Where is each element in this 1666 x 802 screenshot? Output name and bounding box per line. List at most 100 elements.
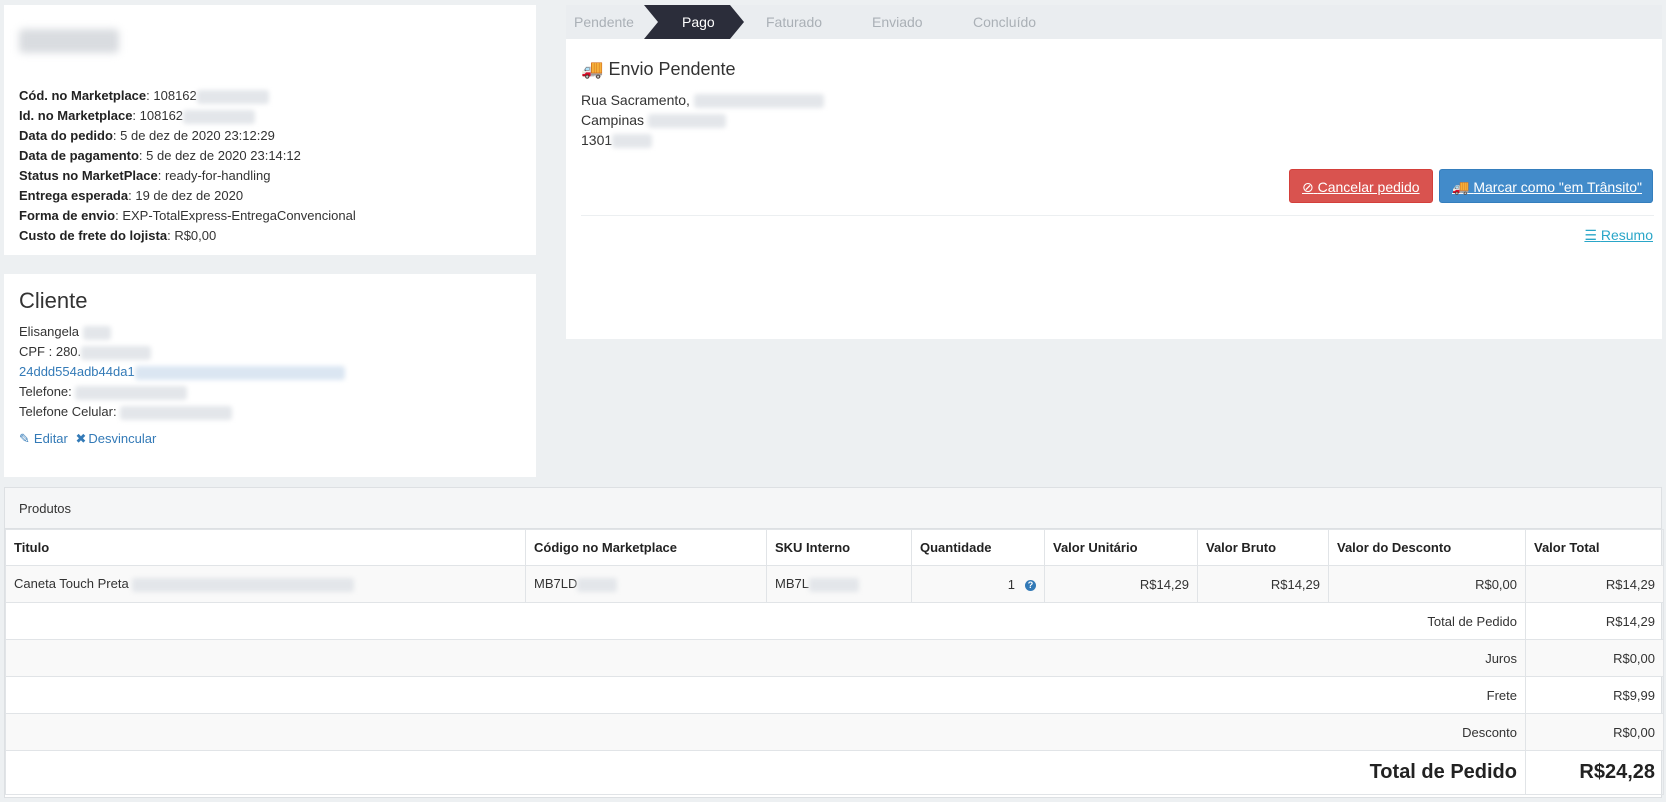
product-sku-cell: MB7L: [766, 565, 912, 603]
address-city-text: Campinas: [581, 112, 645, 128]
order-line-value: ready-for-handling: [164, 168, 271, 183]
products-title: Produtos: [5, 488, 1661, 529]
product-code: MB7LD: [534, 576, 578, 592]
order-line: Custo de frete do lojista: R$0,00: [19, 228, 217, 243]
order-line-label: Entrega esperada: [19, 188, 129, 203]
grand-total-label: Total de Pedido: [5, 750, 1526, 795]
product-code-cell: MB7LD: [525, 565, 767, 603]
column-header[interactable]: Titulo: [5, 529, 526, 566]
address-zip: 1301: [581, 130, 1647, 150]
step-faturado[interactable]: Faturado: [766, 5, 822, 39]
summary-row: Juros R$0,00: [5, 639, 1664, 677]
column-header[interactable]: Valor Total: [1525, 529, 1664, 566]
client-cpf-text: CPF : 280.: [19, 344, 82, 359]
column-header[interactable]: Valor Unitário: [1044, 529, 1198, 566]
step-enviado[interactable]: Enviado: [872, 5, 923, 39]
order-line-value: 108162: [139, 108, 184, 123]
product-qty-cell: 1?: [911, 565, 1045, 603]
order-line-label: Data do pedido: [19, 128, 113, 143]
product-unit-cell: R$14,29: [1044, 565, 1198, 603]
order-info-panel: Cód. no Marketplace: 108162 Id. no Marke…: [4, 5, 536, 255]
help-icon[interactable]: ?: [1025, 579, 1036, 591]
mark-in-transit-label: Marcar como "em Trânsito": [1473, 179, 1642, 195]
step-pago[interactable]: Pago: [682, 5, 715, 39]
cancel-order-button[interactable]: ⊘ Cancelar pedido: [1289, 169, 1433, 203]
client-phone: Telefone:: [19, 382, 521, 402]
order-line-value: EXP-TotalExpress-EntregaConvencional: [122, 208, 356, 223]
product-qty: 1: [1007, 576, 1015, 592]
table-header-row: Titulo Código no Marketplace SKU Interno…: [5, 529, 1664, 566]
redacted-value: [612, 134, 653, 149]
order-line-label: Custo de frete do lojista: [19, 228, 168, 243]
order-line: Forma de envio: EXP-TotalExpress-Entrega…: [19, 208, 356, 223]
client-name-text: Elisangela: [19, 324, 79, 339]
table-row: Caneta Touch Preta MB7LD MB7L 1? R$14,29…: [5, 565, 1664, 603]
client-title: Cliente: [19, 288, 88, 313]
unlink-client-link[interactable]: ✖ Desvincular: [76, 431, 161, 446]
product-gross-cell: R$14,29: [1197, 565, 1329, 603]
close-icon: ✖: [75, 431, 87, 446]
redacted-value: [196, 89, 269, 104]
truck-icon: 🚚: [1452, 179, 1470, 195]
order-line-label: Status no MarketPlace: [19, 168, 158, 183]
summary-label: Total de Pedido: [5, 602, 1526, 640]
step-concluido[interactable]: Concluído: [973, 5, 1036, 39]
redacted-value: [120, 405, 233, 420]
summary-row: Frete R$9,99: [5, 676, 1664, 714]
shipping-address: Rua Sacramento, Campinas 1301: [581, 90, 1647, 150]
client-phone-label: Telefone:: [19, 384, 72, 399]
column-header[interactable]: Quantidade: [911, 529, 1045, 566]
shipping-title: 🚚 Envio Pendente: [581, 59, 1647, 80]
grand-total-row: Total de Pedido R$24,28: [5, 750, 1664, 795]
summary-label: Juros: [5, 639, 1526, 677]
order-line: Data de pagamento: 5 de dez de 2020 23:1…: [19, 148, 301, 163]
redacted-value: [134, 365, 345, 380]
column-header[interactable]: SKU Interno: [766, 529, 912, 566]
order-line-label: Data de pagamento: [19, 148, 139, 163]
client-mobile: Telefone Celular:: [19, 402, 521, 422]
summary-label: Frete: [5, 676, 1526, 714]
column-header[interactable]: Valor Bruto: [1197, 529, 1329, 566]
client-email-link[interactable]: 24ddd554adb44da1: [19, 364, 135, 379]
order-line-label: Cód. no Marketplace: [19, 88, 147, 103]
list-icon: ☰: [1584, 227, 1597, 243]
column-header[interactable]: Valor do Desconto: [1328, 529, 1526, 566]
product-discount-cell: R$0,00: [1328, 565, 1526, 603]
product-sku: MB7L: [775, 576, 809, 592]
step-pendente[interactable]: Pendente: [574, 5, 634, 39]
address-city: Campinas: [581, 110, 1647, 130]
truck-icon: 🚚: [581, 59, 604, 79]
order-line-label: Id. no Marketplace: [19, 108, 133, 123]
edit-client-link[interactable]: ✎ Editar: [19, 431, 72, 446]
redacted-value: [183, 109, 256, 124]
redacted-value: [82, 325, 111, 340]
client-mobile-label: Telefone Celular:: [19, 404, 117, 419]
product-title: Caneta Touch Preta: [14, 576, 129, 592]
shipping-title-text: Envio Pendente: [608, 59, 736, 79]
order-line: Status no MarketPlace: ready-for-handlin…: [19, 168, 271, 183]
order-status-wizard: Pendente Pago Faturado Enviado Concluído: [566, 5, 1662, 39]
client-email: 24ddd554adb44da1: [19, 362, 521, 382]
client-cpf: CPF : 280.: [19, 342, 521, 362]
redacted-value: [693, 94, 824, 109]
order-line-value: R$0,00: [174, 228, 217, 243]
address-street: Rua Sacramento,: [581, 90, 1647, 110]
client-actions: ✎ Editar ✖ Desvincular: [19, 431, 521, 447]
products-panel: Produtos Titulo Código no Marketplace SK…: [4, 487, 1664, 798]
summary-value: R$0,00: [1525, 639, 1664, 677]
divider: [581, 215, 1654, 216]
redacted-value: [808, 577, 859, 592]
summary-row: Total de Pedido R$14,29: [5, 602, 1664, 640]
redacted-value: [81, 345, 152, 360]
mark-in-transit-button[interactable]: 🚚 Marcar como "em Trânsito": [1439, 169, 1653, 203]
unlink-label: Desvincular: [88, 431, 157, 446]
pencil-icon: ✎: [19, 431, 30, 446]
order-details: Cód. no Marketplace: 108162 Id. no Marke…: [19, 86, 521, 246]
column-header[interactable]: Código no Marketplace: [525, 529, 767, 566]
summary-link[interactable]: ☰ Resumo: [1584, 227, 1653, 244]
grand-total-value: R$24,28: [1525, 750, 1664, 795]
products-table: Titulo Código no Marketplace SKU Interno…: [5, 529, 1664, 795]
order-line: Cód. no Marketplace: 108162: [19, 86, 521, 106]
summary-value: R$0,00: [1525, 713, 1664, 751]
address-zip-text: 1301: [581, 132, 613, 148]
